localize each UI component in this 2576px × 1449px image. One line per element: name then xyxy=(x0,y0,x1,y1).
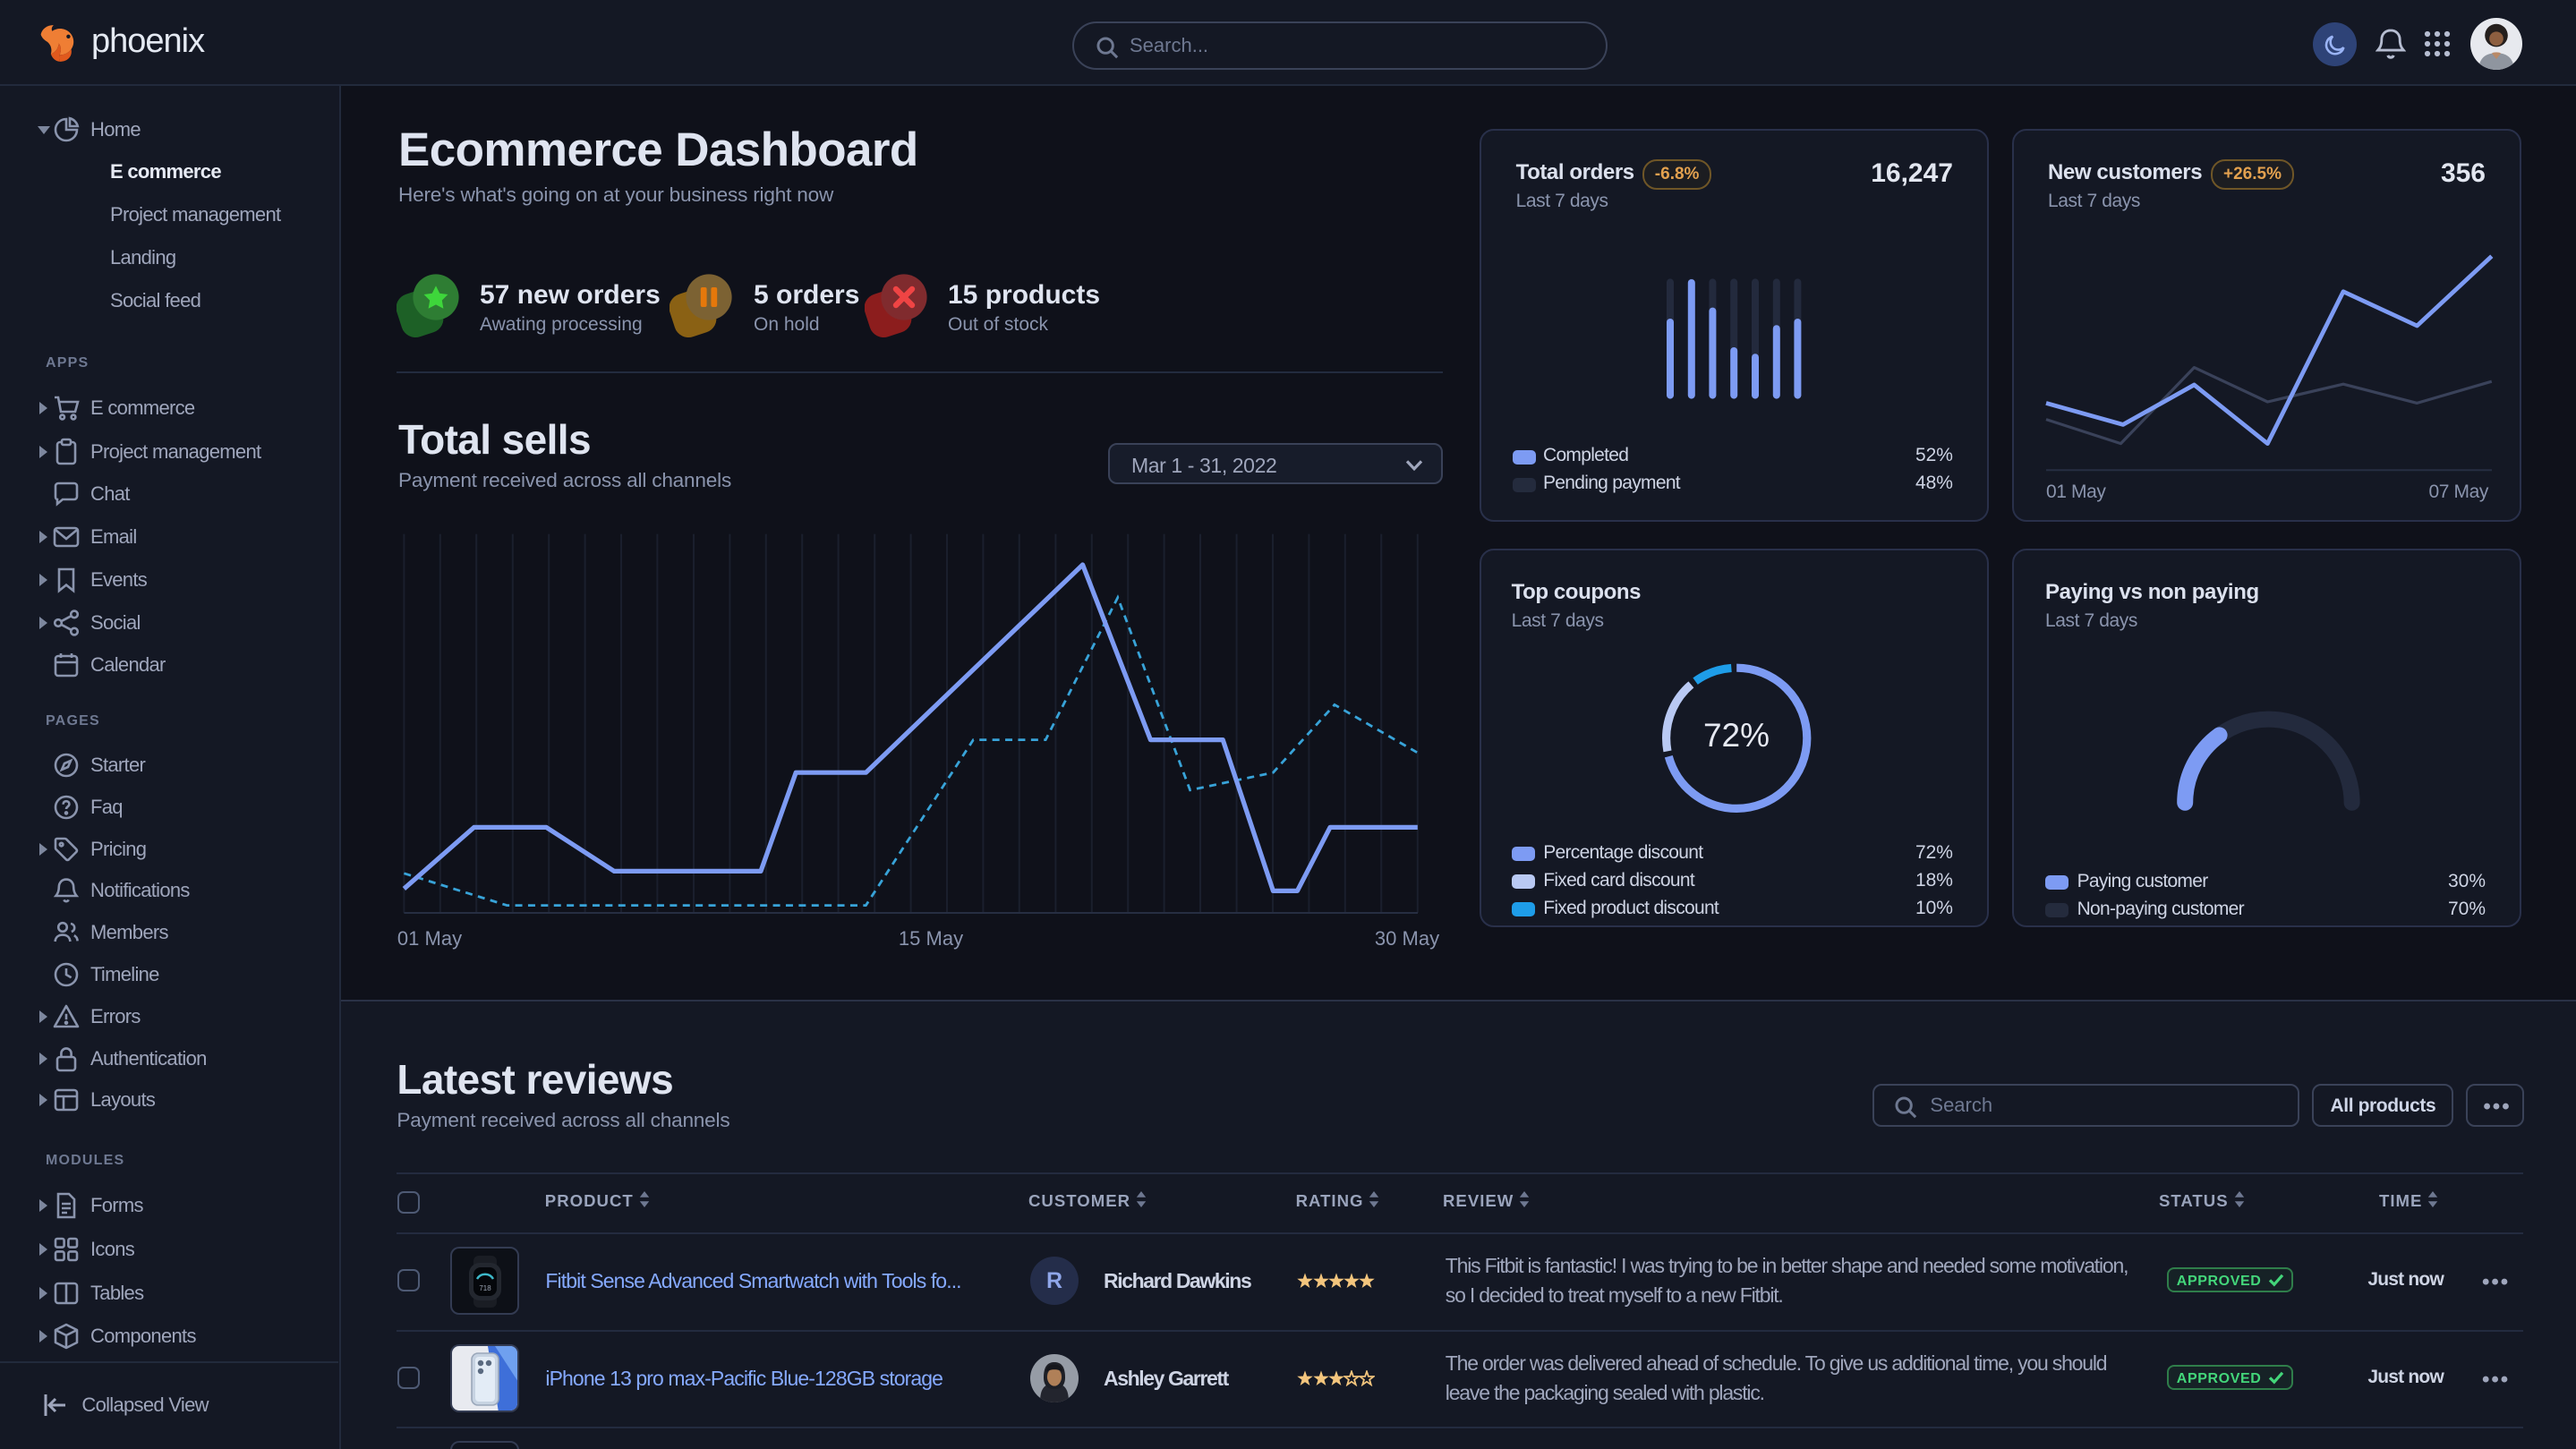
svg-text:718: 718 xyxy=(479,1284,491,1292)
